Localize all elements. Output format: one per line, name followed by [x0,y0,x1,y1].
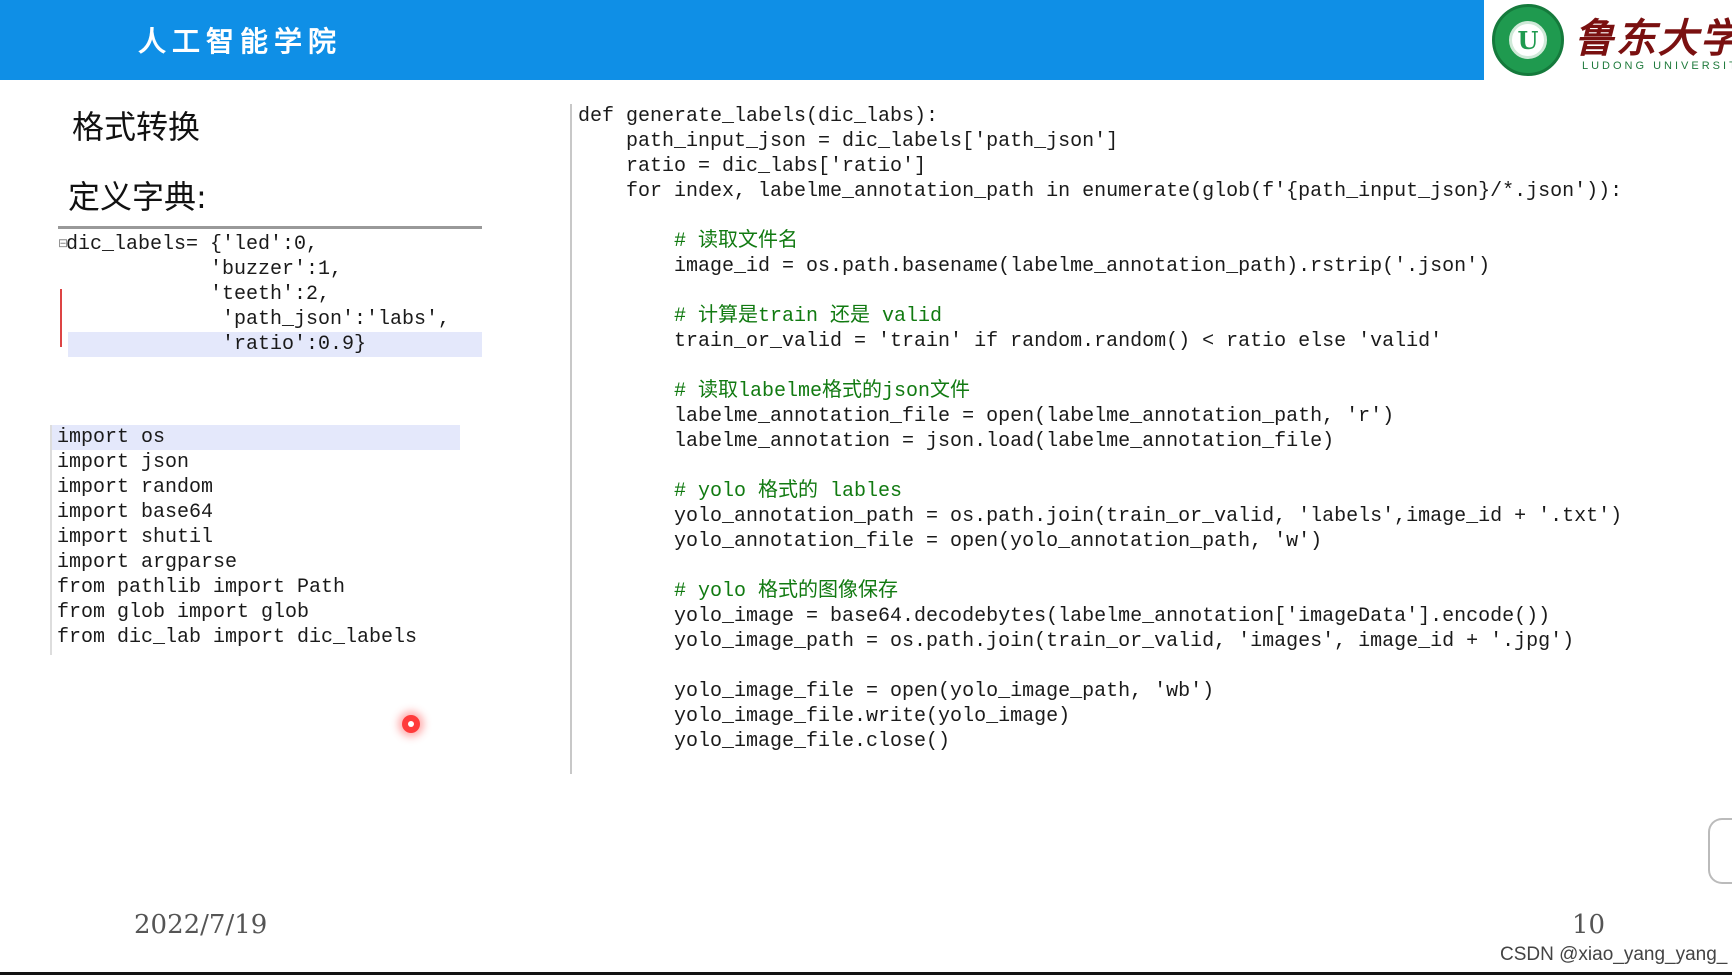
laser-pointer-icon [402,715,420,733]
slide-subtitle: 定义字典: [68,178,207,216]
change-marker [60,289,62,347]
university-name-en: LUDONG UNIVERSITY [1582,60,1732,72]
code-comment: # yolo 格式的 lables [578,480,903,503]
code-line: yolo_image = base64.decodebytes(labelme_… [578,605,1551,628]
side-panel-handle[interactable] [1708,818,1732,884]
code-line: def generate_labels(dic_labs): [578,105,939,128]
dict-code-block: ⊟ dic_labels= {'led':0, 'buzzer':1, 'teet… [58,226,482,359]
code-line: from pathlib import Path [57,576,346,599]
code-line: yolo_image_file = open(yolo_image_path, … [578,680,1215,703]
university-logo: U 鲁东大学 LUDONG UNIVERSITY [1484,0,1732,80]
main-code-block: def generate_labels(dic_labs): path_inpu… [570,104,1732,774]
code-line: import os [57,426,166,449]
code-line: import argparse [57,551,238,574]
code-comment: # 计算是train 还是 valid [578,305,943,328]
slide-date: 2022/7/19 [134,910,268,940]
code-line: train_or_valid = 'train' if random.rando… [578,330,1443,353]
slide-title: 格式转换 [72,108,201,146]
code-comment: # yolo 格式的图像保存 [578,580,899,603]
code-line: image_id = os.path.basename(labelme_anno… [578,255,1491,278]
code-line: from dic_lab import dic_labels [57,626,418,649]
code-line: yolo_image_path = os.path.join(train_or_… [578,630,1575,653]
header-bar: 人工智能学院 U 鲁东大学 LUDONG UNIVERSITY [0,0,1732,80]
code-line: yolo_image_file.close() [578,730,951,753]
code-line: import json [57,451,190,474]
code-line: 'teeth':2, [66,283,331,306]
code-line: path_input_json = dic_labels['path_json'… [578,130,1119,153]
code-line: 'path_json':'labs', [66,308,451,331]
code-line: ⊟ dic_labels= {'led':0, [58,233,319,256]
code-comment: # 读取labelme格式的json文件 [578,380,971,403]
university-name-cn: 鲁东大学 [1574,15,1732,62]
code-line: from glob import glob [57,601,310,624]
code-line: for index, labelme_annotation_path in en… [578,180,1623,203]
college-title: 人工智能学院 [138,25,343,58]
university-seal-icon: U [1492,4,1564,76]
page-number: 10 [1572,910,1606,940]
code-line: 'buzzer':1, [66,258,343,281]
csdn-watermark: CSDN @xiao_yang_yang_ [1500,944,1728,965]
code-line: import base64 [57,501,214,524]
code-line: import random [57,476,214,499]
code-line: import shutil [57,526,214,549]
code-line: yolo_annotation_file = open(yolo_annotat… [578,530,1323,553]
code-comment: # 读取文件名 [578,230,799,253]
code-line: labelme_annotation = json.load(labelme_a… [578,430,1335,453]
code-line: yolo_image_file.write(yolo_image) [578,705,1071,728]
code-line: yolo_annotation_path = os.path.join(trai… [578,505,1623,528]
code-line: 'ratio':0.9} [66,333,367,356]
code-line: labelme_annotation_file = open(labelme_a… [578,405,1395,428]
imports-code-block: import os import json import random impo… [50,425,462,655]
code-line: ratio = dic_labs['ratio'] [578,155,927,178]
